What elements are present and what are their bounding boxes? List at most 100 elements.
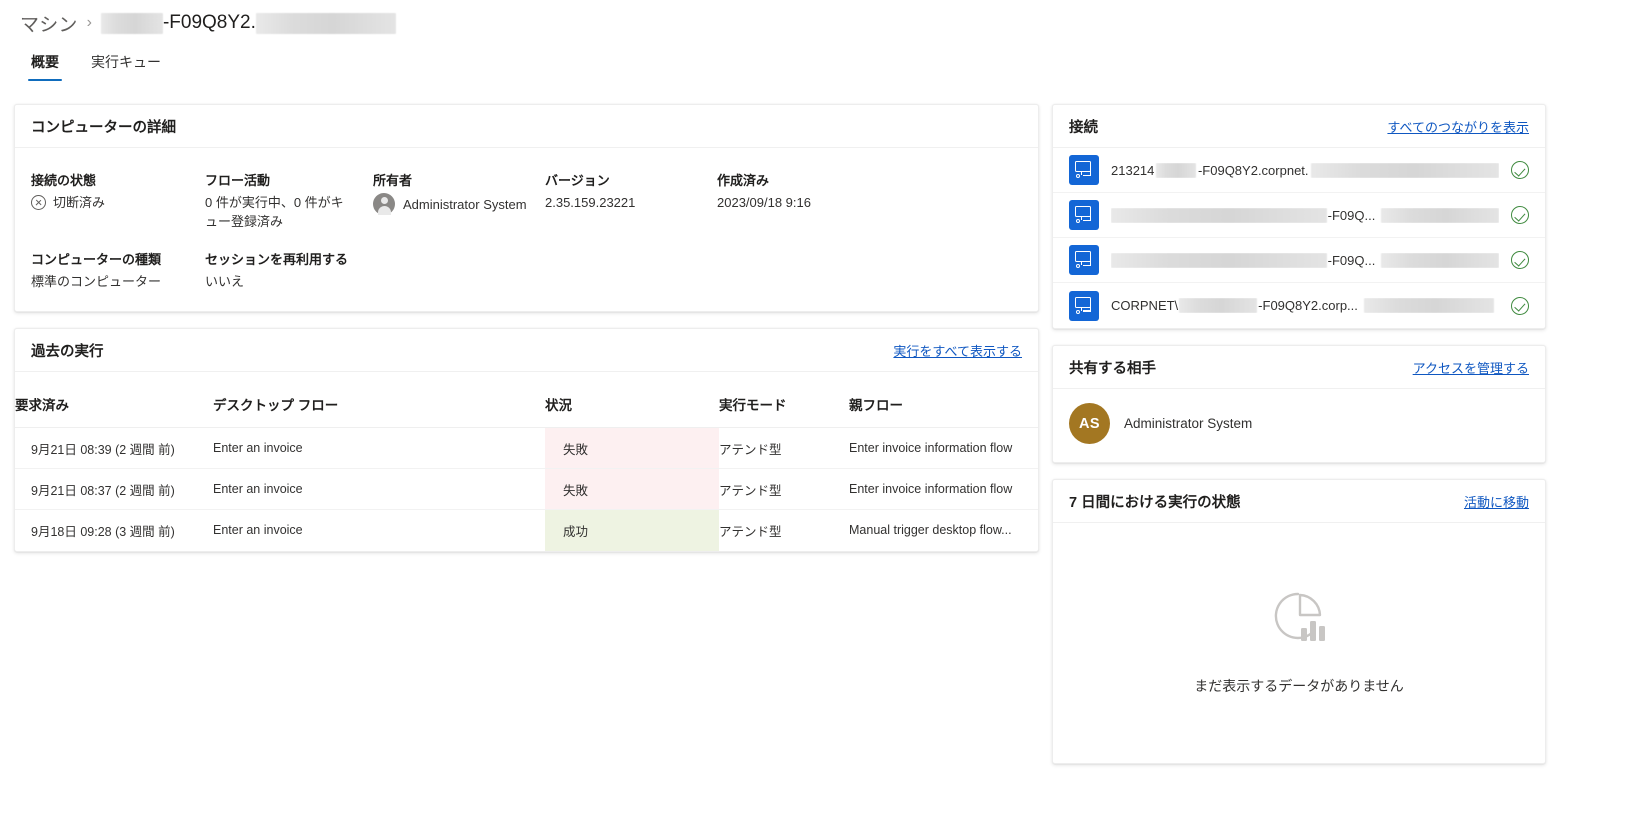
detail-label: コンピューターの種類 <box>31 252 162 267</box>
cell-parent-flow: Manual trigger desktop flow... <box>849 523 1012 538</box>
cell-run-mode: アテンド型 <box>719 427 849 469</box>
cell-desktop-flow: Enter an invoice <box>213 427 545 469</box>
cell-status: 成功 <box>545 509 719 551</box>
tab-overview[interactable]: 概要 <box>20 46 70 81</box>
computer-details-card: コンピューターの詳細 接続の状態 切断済み フロー活動 0 件が実行中、0 件が… <box>14 104 1039 312</box>
circle-x-icon <box>31 195 46 210</box>
breadcrumb-root[interactable]: マシン <box>20 10 78 37</box>
past-runs-header: 過去の実行 実行をすべて表示する <box>15 329 1038 372</box>
cell-run-mode: アテンド型 <box>719 524 782 539</box>
col-status: 状況 <box>545 372 719 428</box>
detail-spacer <box>545 249 717 291</box>
detail-label: フロー活動 <box>205 173 271 188</box>
list-item[interactable]: -F09Q... <box>1053 193 1545 238</box>
tab-run-queue[interactable]: 実行キュー <box>80 46 172 81</box>
connections-card: 接続 すべてのつながりを表示 213214 -F09Q8Y2.corpnet. -… <box>1052 104 1546 329</box>
share-card: 共有する相手 アクセスを管理する AS Administrator System <box>1052 345 1546 463</box>
cell-parent-flow: Enter invoice information flow <box>849 427 1038 469</box>
connection-name-middle: -F09Q8Y2.corpnet. <box>1197 162 1309 178</box>
cell-requested: 9月18日 09:28 (3 週間 前) <box>31 524 175 539</box>
page-root: マシン › -F09Q8Y2. 概要 実行キュー コンピューターの詳細 接続の状… <box>0 0 1642 826</box>
table-header-row: 要求済み デスクトップ フロー 状況 実行モード 親フロー <box>15 372 1038 428</box>
detail-label: 接続の状態 <box>31 173 97 188</box>
cell-requested: 9月21日 08:37 (2 週間 前) <box>15 468 213 510</box>
detail-value: 0 件が実行中、0 件がキュー登録済み <box>205 195 344 229</box>
list-item[interactable]: -F09Q... <box>1053 238 1545 283</box>
table-row[interactable]: 9月21日 08:39 (2 週間 前) Enter an invoice 失敗… <box>15 427 1038 469</box>
machine-connection-icon <box>1069 155 1099 185</box>
cell-parent-flow: Enter invoice information flow <box>849 468 1038 510</box>
table-row[interactable]: 9月21日 08:37 (2 週間 前) Enter an invoice 失敗… <box>15 468 1038 510</box>
detail-value: 標準のコンピューター <box>31 274 162 289</box>
computer-details-header: コンピューターの詳細 <box>15 105 1038 148</box>
detail-reuse-session: セッションを再利用する いいえ <box>205 249 373 291</box>
detail-created: 作成済み 2023/09/18 9:16 <box>717 170 1022 231</box>
list-item[interactable]: CORPNET\ -F09Q8Y2.corp... <box>1053 283 1545 328</box>
connection-name-prefix: CORPNET\ <box>1111 298 1179 313</box>
run-status-7days-card: 7 日間における実行の状態 活動に移動 まだ表示するデータがありません <box>1052 479 1546 764</box>
table-row[interactable]: 9月18日 09:28 (3 週間 前) Enter an invoice 成功… <box>15 509 1038 551</box>
detail-spacer <box>717 249 1022 291</box>
avatar: AS <box>1069 403 1110 444</box>
run-status-title: 7 日間における実行の状態 <box>1069 494 1241 511</box>
detail-label: 所有者 <box>373 173 413 188</box>
detail-owner: 所有者 Administrator System <box>373 170 545 231</box>
connection-name: -F09Q... <box>1111 252 1499 268</box>
machine-connection-icon <box>1069 200 1099 230</box>
main-column: コンピューターの詳細 接続の状態 切断済み フロー活動 0 件が実行中、0 件が… <box>14 104 1039 552</box>
detail-label: 作成済み <box>717 173 770 188</box>
cell-requested: 9月21日 08:39 (2 週間 前) <box>15 427 213 469</box>
connection-name-middle: -F09Q8Y2.corp... <box>1258 298 1358 313</box>
past-runs-table: 要求済み デスクトップ フロー 状況 実行モード 親フロー 9月21日 08:3… <box>15 372 1038 551</box>
breadcrumb-current-text: -F09Q8Y2. <box>162 12 256 33</box>
pie-chart-bar-icon <box>1274 592 1325 641</box>
owner-name: Administrator System <box>403 196 527 212</box>
col-desktop-flow: デスクトップ フロー <box>213 372 545 428</box>
detail-flow-activity: フロー活動 0 件が実行中、0 件がキュー登録済み <box>205 170 373 231</box>
detail-version: バージョン 2.35.159.23221 <box>545 170 717 231</box>
col-requested: 要求済み <box>15 372 213 428</box>
list-item[interactable]: 213214 -F09Q8Y2.corpnet. <box>1053 148 1545 193</box>
computer-details-title: コンピューターの詳細 <box>31 119 176 136</box>
check-circle-icon <box>1511 161 1529 179</box>
connections-header: 接続 すべてのつながりを表示 <box>1053 105 1545 148</box>
detail-connection-state: 接続の状態 切断済み <box>31 170 205 231</box>
show-all-connections-link[interactable]: すべてのつながりを表示 <box>1387 117 1529 136</box>
breadcrumb-separator-icon: › <box>86 14 92 31</box>
detail-value: 2.35.159.23221 <box>545 195 636 210</box>
run-status-header: 7 日間における実行の状態 活動に移動 <box>1053 480 1545 523</box>
detail-value: 切断済み <box>31 193 205 212</box>
machine-connection-icon <box>1069 245 1099 275</box>
detail-value: Administrator System <box>373 193 545 215</box>
connections-title: 接続 <box>1069 119 1098 136</box>
past-runs-card: 過去の実行 実行をすべて表示する 要求済み デスクトップ フロー 状況 実行モー… <box>14 328 1039 552</box>
computer-details-body: 接続の状態 切断済み フロー活動 0 件が実行中、0 件がキュー登録済み 所有者 <box>15 148 1038 311</box>
manage-access-link[interactable]: アクセスを管理する <box>1413 358 1529 377</box>
detail-value: 2023/09/18 9:16 <box>717 195 811 210</box>
share-title: 共有する相手 <box>1069 360 1156 377</box>
run-status-empty-state: まだ表示するデータがありません <box>1053 523 1545 763</box>
go-to-activity-link[interactable]: 活動に移動 <box>1464 492 1529 511</box>
share-person-name: Administrator System <box>1124 416 1253 431</box>
machine-connection-icon <box>1069 290 1099 321</box>
person-avatar <box>373 193 395 215</box>
cell-desktop-flow: Enter an invoice <box>213 523 303 538</box>
cell-status: 失敗 <box>545 468 719 510</box>
cell-run-mode: アテンド型 <box>719 468 849 510</box>
share-header: 共有する相手 アクセスを管理する <box>1053 346 1545 389</box>
connection-name: -F09Q... <box>1111 207 1499 223</box>
show-all-runs-link[interactable]: 実行をすべて表示する <box>893 341 1022 360</box>
connection-name-middle: -F09Q... <box>1327 252 1376 268</box>
detail-value: いいえ <box>205 274 245 289</box>
detail-label: セッションを再利用する <box>205 252 349 267</box>
tab-bar: 概要 実行キュー <box>20 46 172 81</box>
connection-name-middle: -F09Q... <box>1327 207 1376 223</box>
breadcrumb-current: -F09Q8Y2. <box>100 12 396 34</box>
detail-label: バージョン <box>545 173 610 188</box>
connection-name: 213214 -F09Q8Y2.corpnet. <box>1111 162 1499 178</box>
connection-state-text: 切断済み <box>53 195 106 210</box>
share-body: AS Administrator System <box>1053 389 1545 462</box>
detail-spacer <box>373 249 545 291</box>
empty-state-text: まだ表示するデータがありません <box>1194 678 1404 694</box>
cell-desktop-flow: Enter an invoice <box>213 468 545 510</box>
